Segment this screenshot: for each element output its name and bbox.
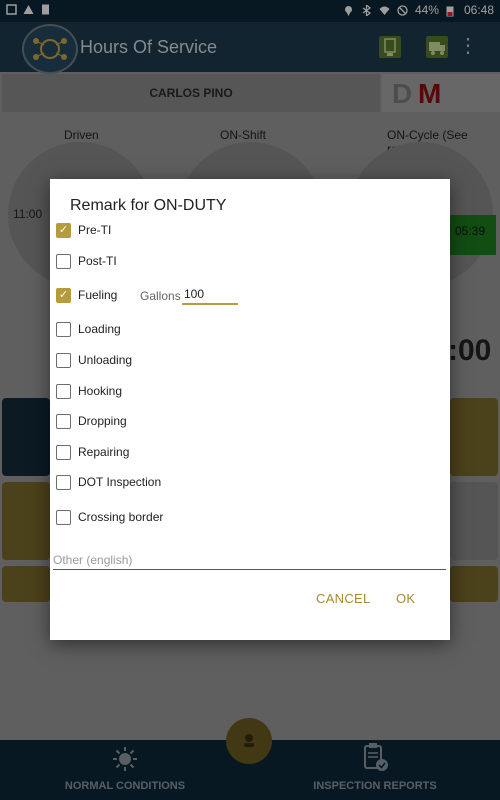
checkbox-dot-inspection[interactable] xyxy=(56,474,71,490)
option-dot-inspection[interactable]: DOT Inspection xyxy=(56,471,161,493)
option-label: Loading xyxy=(78,322,121,336)
checkbox-dropping[interactable] xyxy=(56,413,71,429)
checkbox-fueling[interactable]: ✓ xyxy=(56,287,71,303)
gallons-input[interactable] xyxy=(182,285,238,305)
option-crossing-border[interactable]: Crossing border xyxy=(56,506,163,528)
checkbox-post-ti[interactable] xyxy=(56,253,71,269)
option-pre-ti[interactable]: ✓ Pre-TI xyxy=(56,219,111,241)
other-remark-input[interactable] xyxy=(53,551,446,570)
ok-button[interactable]: OK xyxy=(396,591,415,606)
option-label: Crossing border xyxy=(78,510,164,524)
option-fueling[interactable]: ✓ Fueling xyxy=(56,284,117,306)
option-label: Hooking xyxy=(78,384,123,398)
option-label: Fueling xyxy=(78,288,118,302)
option-dropping[interactable]: Dropping xyxy=(56,410,127,432)
checkbox-unloading[interactable] xyxy=(56,352,71,368)
checkbox-hooking[interactable] xyxy=(56,383,71,399)
option-post-ti[interactable]: Post-TI xyxy=(56,250,117,272)
option-label: Dropping xyxy=(78,414,127,428)
option-repairing[interactable]: Repairing xyxy=(56,441,129,463)
checkbox-crossing-border[interactable] xyxy=(56,509,71,525)
checkbox-pre-ti[interactable]: ✓ xyxy=(56,222,71,238)
option-loading[interactable]: Loading xyxy=(56,318,121,340)
cancel-button[interactable]: CANCEL xyxy=(316,591,371,606)
dialog-title: Remark for ON-DUTY xyxy=(70,197,227,214)
remark-dialog: Remark for ON-DUTY ✓ Pre-TI Post-TI ✓ Fu… xyxy=(50,179,450,640)
gallons-label: Gallons xyxy=(140,289,181,303)
option-label: Unloading xyxy=(78,353,133,367)
option-label: Repairing xyxy=(78,445,130,459)
option-unloading[interactable]: Unloading xyxy=(56,349,132,371)
option-label: Pre-TI xyxy=(78,223,112,237)
option-label: DOT Inspection xyxy=(78,475,162,489)
option-hooking[interactable]: Hooking xyxy=(56,380,122,402)
checkbox-loading[interactable] xyxy=(56,321,71,337)
checkbox-repairing[interactable] xyxy=(56,444,71,460)
option-label: Post-TI xyxy=(78,254,117,268)
